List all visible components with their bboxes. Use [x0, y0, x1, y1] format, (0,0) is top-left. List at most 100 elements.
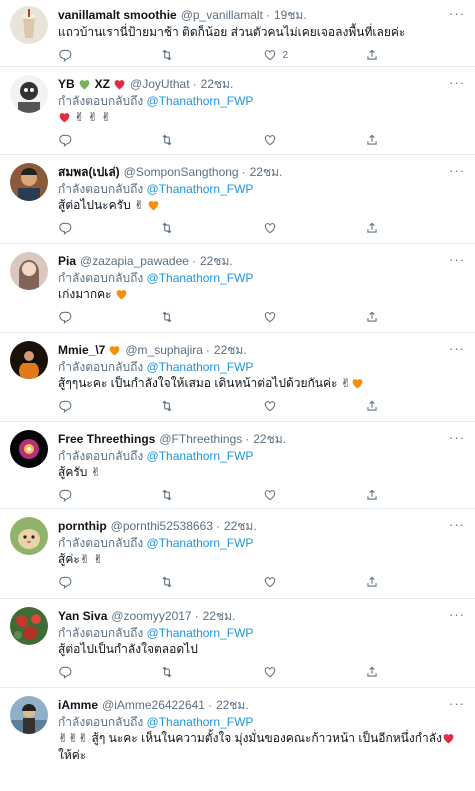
user-handle[interactable]: @m_suphajira — [125, 343, 203, 357]
user-handle[interactable]: @zoomyy2017 — [111, 609, 191, 623]
avatar[interactable] — [10, 517, 48, 555]
avatar[interactable] — [10, 252, 48, 290]
reply-button[interactable] — [58, 48, 160, 62]
tweet[interactable]: Pia @zazapia_pawadee · 22ชม. ··· กำลังตอ… — [0, 244, 475, 333]
more-options-icon[interactable]: ··· — [449, 163, 465, 178]
avatar[interactable] — [10, 696, 48, 734]
retweet-button[interactable] — [160, 221, 262, 235]
share-button[interactable] — [365, 575, 467, 589]
avatar[interactable] — [10, 607, 48, 645]
more-options-icon[interactable]: ··· — [449, 696, 465, 711]
more-options-icon[interactable]: ··· — [449, 341, 465, 356]
display-name[interactable]: Pia — [58, 254, 76, 268]
timestamp[interactable]: 22ชม. — [201, 75, 234, 93]
tweet[interactable]: Yan Siva @zoomyy2017 · 22ชม. ··· กำลังตอ… — [0, 599, 475, 688]
user-handle[interactable]: @SomponSangthong — [124, 165, 239, 179]
timestamp[interactable]: 22ชม. — [250, 163, 283, 181]
display-name[interactable]: Mmie_\7 — [58, 343, 105, 357]
avatar[interactable] — [10, 75, 48, 113]
tweet[interactable]: iAmme @iAmme26422641 · 22ชม. ··· กำลังตอ… — [0, 688, 475, 790]
retweet-button[interactable] — [160, 575, 262, 589]
timestamp[interactable]: 22ชม. — [216, 696, 249, 714]
tweet[interactable]: YB XZ @JoyUthat · 22ชม. ··· กำลังตอบกลับ… — [0, 67, 475, 155]
mention-link[interactable]: @Thanathorn_FWP — [147, 626, 254, 640]
retweet-button[interactable] — [160, 310, 262, 324]
tweet[interactable]: Free Threethings @FThreethings · 22ชม. ·… — [0, 422, 475, 509]
mention-link[interactable]: @Thanathorn_FWP — [147, 536, 254, 550]
timestamp[interactable]: 22ชม. — [224, 517, 257, 535]
user-handle[interactable]: @iAmme26422641 — [102, 698, 205, 712]
reply-button[interactable] — [58, 221, 160, 236]
mention-link[interactable]: @Thanathorn_FWP — [147, 715, 254, 729]
share-button[interactable] — [365, 133, 467, 147]
share-button[interactable] — [365, 665, 467, 679]
display-name[interactable]: สมพล(เปเล่) — [58, 163, 120, 181]
share-button[interactable] — [365, 399, 467, 413]
retweet-button[interactable] — [160, 399, 262, 413]
more-options-icon[interactable]: ··· — [449, 6, 465, 21]
user-handle[interactable]: @zazapia_pawadee — [80, 254, 189, 268]
share-button[interactable] — [365, 310, 467, 324]
reply-button[interactable] — [58, 399, 160, 414]
tweet[interactable]: pornthip @pornthi52538663 · 22ชม. ··· กำ… — [0, 509, 475, 599]
orange-heart-icon — [352, 379, 363, 389]
share-button[interactable] — [365, 221, 467, 235]
timestamp[interactable]: 22ชม. — [203, 607, 236, 625]
like-button[interactable]: 2 — [263, 48, 365, 62]
like-button[interactable] — [263, 665, 365, 679]
tweet-actions — [58, 568, 467, 596]
reply-button[interactable] — [58, 665, 160, 679]
more-options-icon[interactable]: ··· — [449, 430, 465, 445]
avatar[interactable] — [10, 6, 48, 44]
display-name[interactable]: pornthip — [58, 519, 107, 533]
like-button[interactable] — [263, 488, 365, 502]
retweet-button[interactable] — [160, 133, 262, 147]
display-name[interactable]: iAmme — [58, 698, 98, 712]
reply-button[interactable] — [58, 488, 160, 503]
mention-link[interactable]: @Thanathorn_FWP — [147, 271, 254, 285]
reply-context: กำลังตอบกลับถึง @Thanathorn_FWP — [58, 714, 467, 730]
avatar[interactable] — [10, 163, 48, 201]
retweet-button[interactable] — [160, 48, 262, 62]
avatar[interactable] — [10, 341, 48, 379]
tweet-text: เก่งมากคะ — [58, 286, 467, 303]
user-handle[interactable]: @pornthi52538663 — [111, 519, 213, 533]
display-name-suffix[interactable]: XZ — [95, 77, 110, 91]
share-button[interactable] — [365, 48, 467, 62]
user-handle[interactable]: @JoyUthat — [130, 77, 190, 91]
timestamp[interactable]: 22ชม. — [200, 252, 233, 270]
timestamp[interactable]: 19ชม. — [274, 6, 307, 24]
mention-link[interactable]: @Thanathorn_FWP — [147, 360, 254, 374]
like-button[interactable] — [263, 221, 365, 235]
more-options-icon[interactable]: ··· — [449, 607, 465, 622]
user-handle[interactable]: @p_vanillamalt — [181, 8, 263, 22]
timestamp[interactable]: 22ชม. — [253, 430, 286, 448]
more-options-icon[interactable]: ··· — [449, 252, 465, 267]
tweet[interactable]: Mmie_\7 @m_suphajira · 22ชม. ··· กำลังตอ… — [0, 333, 475, 422]
like-button[interactable] — [263, 133, 365, 147]
display-name[interactable]: Free Threethings — [58, 432, 155, 446]
reply-button[interactable] — [58, 575, 160, 590]
like-button[interactable] — [263, 310, 365, 324]
reply-button[interactable] — [58, 133, 160, 148]
mention-link[interactable]: @Thanathorn_FWP — [147, 449, 254, 463]
more-options-icon[interactable]: ··· — [449, 517, 465, 532]
more-options-icon[interactable]: ··· — [449, 75, 465, 90]
retweet-button[interactable] — [160, 488, 262, 502]
retweet-button[interactable] — [160, 665, 262, 679]
avatar[interactable] — [10, 430, 48, 468]
reply-context: กำลังตอบกลับถึง @Thanathorn_FWP — [58, 535, 467, 551]
mention-link[interactable]: @Thanathorn_FWP — [147, 94, 254, 108]
display-name[interactable]: vanillamalt smoothie — [58, 8, 177, 22]
display-name[interactable]: Yan Siva — [58, 609, 107, 623]
display-name[interactable]: YB — [58, 77, 75, 91]
tweet[interactable]: vanillamalt smoothie @p_vanillamalt · 19… — [0, 0, 475, 67]
like-button[interactable] — [263, 575, 365, 589]
share-button[interactable] — [365, 488, 467, 502]
timestamp[interactable]: 22ชม. — [214, 341, 247, 359]
reply-button[interactable] — [58, 310, 160, 324]
tweet[interactable]: สมพล(เปเล่) @SomponSangthong · 22ชม. ···… — [0, 155, 475, 244]
mention-link[interactable]: @Thanathorn_FWP — [147, 182, 254, 196]
user-handle[interactable]: @FThreethings — [159, 432, 242, 446]
like-button[interactable] — [263, 399, 365, 413]
